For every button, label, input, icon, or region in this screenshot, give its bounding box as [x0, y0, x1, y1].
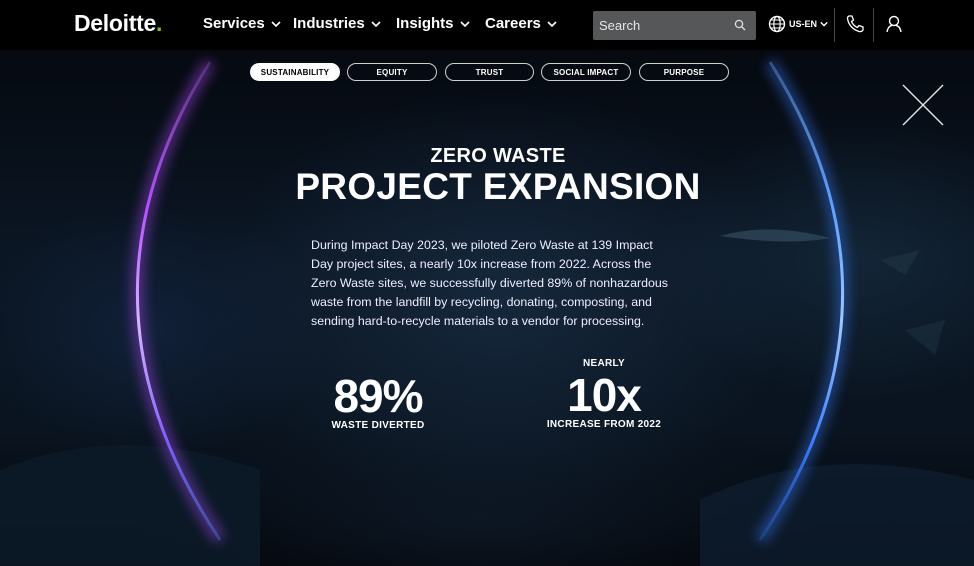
nav-label: Services: [203, 15, 265, 32]
header-divider: [873, 8, 874, 42]
fish-shape: [720, 229, 830, 242]
close-icon[interactable]: [902, 84, 944, 126]
top-navigation: Deloitte. Services Industries Insights C…: [0, 0, 974, 50]
nav-industries[interactable]: Industries: [293, 15, 381, 32]
nav-services[interactable]: Services: [203, 15, 281, 32]
nav-label: Industries: [293, 15, 365, 32]
globe-icon: [768, 15, 786, 33]
tab-sustainability[interactable]: SUSTAINABILITY: [250, 63, 340, 81]
chevron-down-icon: [371, 20, 381, 27]
nav-label: Insights: [396, 15, 454, 32]
page: Deloitte. Services Industries Insights C…: [0, 0, 974, 566]
chevron-down-icon: [547, 20, 557, 27]
stat-label: WASTE DIVERTED: [331, 420, 425, 431]
header-divider: [834, 8, 835, 42]
nav-insights[interactable]: Insights: [396, 15, 470, 32]
page-title: PROJECT EXPANSION: [295, 166, 701, 207]
locale-label: US-EN: [789, 19, 818, 29]
seabed-shape: [0, 445, 260, 566]
nav-label: Careers: [485, 15, 541, 32]
section-eyebrow: ZERO WASTE: [430, 145, 566, 167]
tab-purpose[interactable]: PURPOSE: [639, 63, 729, 81]
phone-icon[interactable]: [845, 14, 865, 34]
chevron-down-icon: [271, 20, 281, 27]
search-placeholder: Search: [599, 18, 641, 33]
stat-value: 10x: [567, 369, 642, 421]
stat-value: 89%: [333, 370, 423, 422]
stat-label: INCREASE FROM 2022: [546, 419, 662, 430]
tab-equity[interactable]: EQUITY: [347, 63, 437, 81]
nav-careers[interactable]: Careers: [485, 15, 557, 32]
search-input[interactable]: Search: [593, 11, 756, 40]
fish-shape: [880, 250, 920, 275]
tab-social-impact[interactable]: SOCIAL IMPACT: [541, 63, 631, 81]
logo-dot: .: [155, 10, 163, 36]
stat-waste-diverted: 89% WASTE DIVERTED: [318, 372, 438, 431]
deloitte-logo[interactable]: Deloitte.: [74, 10, 162, 37]
seabed-shape: [700, 464, 974, 566]
stat-increase: NEARLY 10x INCREASE FROM 2022: [539, 358, 669, 430]
tab-trust[interactable]: TRUST: [445, 63, 534, 81]
fish-shape: [905, 320, 945, 355]
chevron-down-icon: [459, 20, 470, 27]
locale-selector[interactable]: US-EN: [768, 15, 828, 33]
search-icon[interactable]: [734, 19, 746, 31]
logo-text: Deloitte: [74, 10, 156, 36]
stat-prefix: NEARLY: [583, 358, 625, 369]
user-icon[interactable]: [884, 14, 904, 34]
body-text: During Impact Day 2023, we piloted Zero …: [311, 238, 668, 328]
chevron-down-icon: [820, 21, 828, 27]
